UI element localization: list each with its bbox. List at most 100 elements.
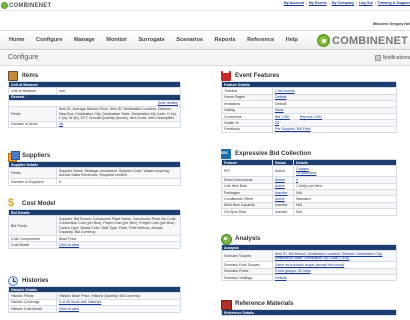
analysis-table: Analysis Scenario Scopes Item ID, Bid Rou… [221, 243, 397, 282]
training-support-link[interactable]: Training & Support [378, 1, 410, 5]
book-icon [221, 299, 232, 310]
scenario-scopes-link[interactable]: Item ID, Bid Round, Destination Location… [275, 252, 382, 260]
supplier-fields-label: Fields [8, 167, 57, 180]
nav-manage[interactable]: Manage [74, 37, 95, 43]
event-features-section: Event Features Feature Details Timeline 2… [221, 70, 397, 134]
small-logo-text: COMBINENET [9, 2, 52, 9]
notifications-icon [374, 55, 381, 61]
reference-table: Reference Details [221, 308, 397, 317]
nav-scenarios[interactable]: Scenarios [176, 37, 203, 43]
bid-fields-value: Supplier, Bid Round, Conversion Plant Na… [56, 215, 181, 237]
clock-icon [8, 275, 18, 286]
event-docs-status[interactable]: Active [275, 178, 285, 182]
items-title: Items [22, 72, 39, 79]
nav-surrogate[interactable]: Surrogate [138, 37, 164, 43]
scenario-settings-label: Scenario Settings [221, 273, 273, 282]
reference-header: Reference Details [221, 308, 397, 317]
ebc-icon [221, 148, 231, 159]
nav-reference[interactable]: Reference [247, 37, 274, 43]
my-account-link[interactable]: My Account [284, 1, 304, 5]
main-nav: Home Configure Manage Monitor Surrogate … [0, 30, 410, 50]
feedback-label: Feedback [221, 125, 273, 134]
log-out-link[interactable]: Log Out [359, 1, 373, 5]
histories-title: Histories [22, 277, 49, 284]
ebc-table: Feature Status Details RFI Active 3 page… [221, 158, 397, 216]
conditional-offers-status[interactable]: Active [275, 197, 285, 201]
welcome-text: Welcome Gregory Nel [372, 22, 410, 26]
num-suppliers-label: Number of Suppliers [8, 178, 57, 186]
analysis-title: Analysis [235, 235, 261, 242]
ebc-title: Expressive Bid Collection [235, 150, 311, 157]
suppliers-section: Suppliers Supplier Details Fields Supplie… [8, 150, 181, 186]
nav-reports[interactable]: Reports [214, 37, 235, 43]
historic-coverage-link[interactable]: 0 of 48 items with histories [59, 300, 101, 304]
packages-status[interactable]: Inactive [275, 191, 287, 195]
nav-home[interactable]: Home [9, 37, 25, 43]
supplier-fields-value: Supplier Name, Strategic Incumbent, Supp… [56, 167, 181, 180]
on-spec-label: On-Spec Bids [221, 208, 273, 216]
timeline-link[interactable]: 2 bid rounds [275, 89, 295, 93]
event-features-table: Feature Details Timeline 2 bid rounds Hom… [221, 80, 397, 134]
gating-link[interactable]: None [275, 108, 284, 112]
historic-cost-model-label: Historic Cost Model [8, 305, 57, 313]
suppliers-icon [8, 150, 20, 162]
items-table: Unit of Measure Unit of Measure unit Gene… [8, 80, 181, 129]
cost-model-label: Cost Model [8, 241, 57, 249]
notifications-button[interactable]: Notifications [374, 55, 410, 61]
cost-model-view-link[interactable]: Click to view [59, 243, 79, 247]
rfi-status: Active [272, 165, 294, 178]
my-company-link[interactable]: My Company [332, 1, 354, 5]
ebc-section: Expressive Bid Collection Feature Status… [221, 148, 397, 216]
items-section: Items Unit of Measure Unit of Measure uni… [8, 70, 181, 129]
line-item-status[interactable]: Active [275, 184, 285, 188]
scenario-settings-link[interactable]: Default [275, 276, 286, 280]
my-events-link[interactable]: My Events [309, 1, 327, 5]
nav-configure[interactable]: Configure [36, 37, 62, 43]
histories-section: Histories Historic Details Historic Fiel… [8, 275, 181, 313]
bid-currency-link[interactable]: Bid: USD [275, 115, 290, 119]
histories-table: Historic Details Historic Fields Historic… [8, 285, 181, 313]
cost-model-title: Cost Model [22, 200, 56, 207]
brand-text: COMBINENET [332, 34, 408, 47]
hide-details-link[interactable]: [hide details] [158, 101, 178, 105]
num-items-label: Number of Items [8, 120, 57, 129]
calendar-icon [221, 70, 231, 81]
gear-logo-icon [1, 2, 8, 9]
num-suppliers-value: 5 [56, 178, 181, 186]
header-divider [0, 10, 410, 11]
page-title: Configure [8, 54, 39, 61]
small-logo[interactable]: COMBINENET [1, 1, 51, 10]
event-features-title: Event Features [235, 72, 280, 79]
historic-cost-model-link[interactable]: Click to view [59, 307, 79, 311]
rfi-questions-link[interactable]: 25 questions [296, 171, 316, 175]
page-subheader: Configure Notifications [0, 51, 410, 66]
outlier-link[interactable]: 25 [275, 121, 279, 125]
brand-logo: COMBINENET [317, 33, 408, 48]
fields-value: Item ID, Average Historic Price, Item ID… [56, 105, 181, 122]
feedback-link[interactable]: Per Supplier, Bid Field [275, 127, 311, 131]
rfi-label: RFI [221, 165, 273, 178]
scenario-rule-scopes-link[interactable]: Same as scenario scope (accept bid round… [275, 263, 344, 267]
reference-section: Reference Materials Reference Details [221, 298, 397, 317]
reports-currency-link[interactable]: Reports: USD [300, 115, 322, 119]
fields-label: Fields [8, 105, 57, 122]
cost-model-table: Bid Details Bid Fields Supplier, Bid Roun… [8, 208, 181, 249]
nav-help[interactable]: Help [286, 37, 298, 43]
home-pages-link[interactable]: Default [275, 95, 286, 99]
event-docs-link[interactable]: 0 [296, 178, 298, 182]
num-items-link[interactable]: 48 [59, 122, 63, 126]
dollar-icon [8, 197, 18, 209]
rfi-pages-link[interactable]: 3 pages [296, 167, 309, 171]
top-links: My Account | My Events | My Company | Log O… [283, 1, 410, 5]
on-spec-status: Inactive [272, 208, 294, 216]
cost-model-section: Cost Model Bid Details Bid FieldsSupplie… [8, 197, 181, 249]
nav-monitor[interactable]: Monitor [106, 37, 127, 43]
analysis-icon [221, 233, 232, 245]
items-icon [8, 70, 18, 81]
scenario-scopes-label: Scenario Scopes [221, 250, 273, 263]
scenario-rules-link[interactable]: 5 rule groups, 31 rules [275, 269, 311, 273]
suppliers-table: Supplier Details Fields Supplier Name, St… [8, 160, 181, 186]
top-header: COMBINENET My Account | My Events | My Com… [0, 0, 410, 30]
analysis-section: Analysis Analysis Scenario Scopes Item ID… [221, 233, 397, 282]
suppliers-title: Suppliers [22, 152, 51, 159]
